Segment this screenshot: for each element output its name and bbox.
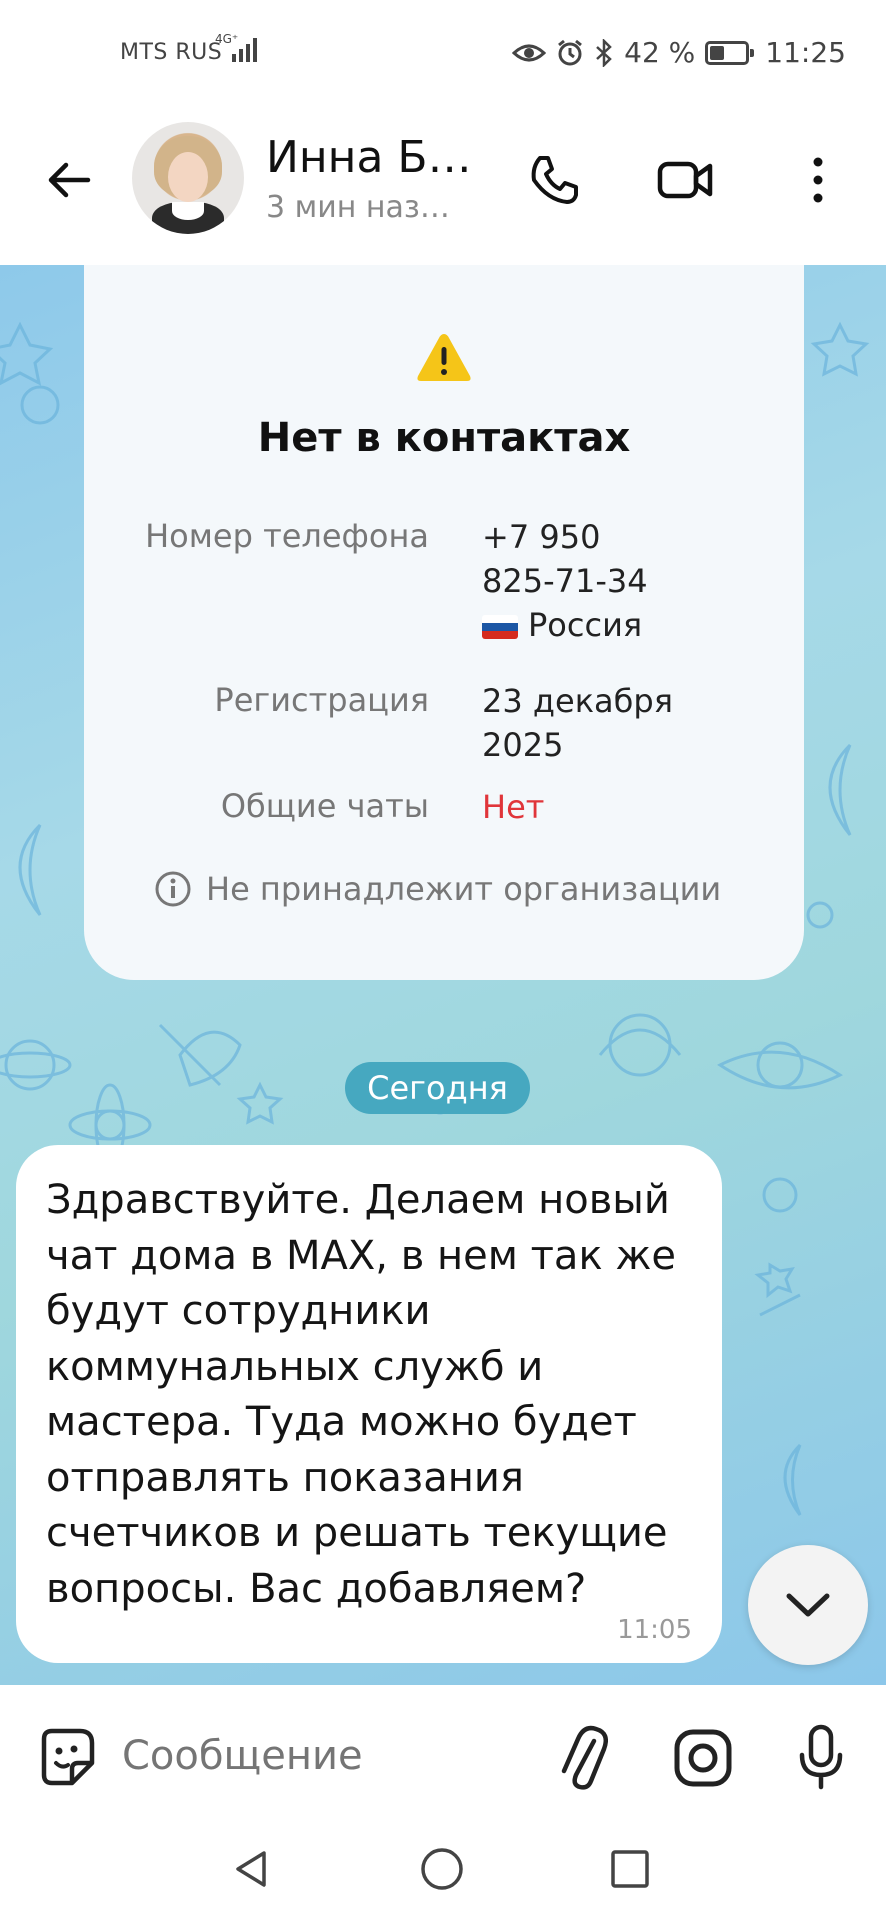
call-button[interactable] xyxy=(522,148,586,212)
bluetooth-icon xyxy=(596,38,612,67)
chat-area[interactable]: Нет в контактах Номер телефона +7 950 82… xyxy=(0,265,886,1685)
signal-icon xyxy=(232,36,257,62)
card-title: Нет в контактах xyxy=(257,415,631,461)
russia-flag-icon xyxy=(482,615,518,639)
status-bar: MTS RUS 4G⁺ 42 % 11:25 xyxy=(0,0,886,110)
system-navigation-bar xyxy=(0,1825,886,1920)
video-camera-icon xyxy=(657,161,713,199)
paperclip-icon xyxy=(561,1725,608,1790)
message-time: 11:05 xyxy=(617,1615,692,1645)
back-button[interactable] xyxy=(40,150,100,210)
voice-message-button[interactable] xyxy=(786,1723,856,1793)
chevron-down-icon xyxy=(786,1593,830,1617)
arrow-left-icon xyxy=(48,162,91,198)
triangle-back-icon xyxy=(236,1851,266,1887)
attach-button[interactable] xyxy=(548,1723,618,1793)
phone-label: Номер телефона xyxy=(145,517,429,555)
chat-header: Инна Б… 3 мин наз… xyxy=(0,110,886,265)
sticker-button[interactable] xyxy=(34,1725,98,1793)
warning-icon xyxy=(417,334,471,381)
phone-value[interactable]: +7 950 825-71-34 Россия xyxy=(482,515,782,647)
common-chats-label: Общие чаты xyxy=(220,787,429,825)
org-note: Не принадлежит организации xyxy=(154,870,721,908)
battery-percent: 42 % xyxy=(624,36,696,69)
scroll-down-button[interactable] xyxy=(748,1545,868,1665)
battery-icon xyxy=(705,40,755,65)
message-input[interactable] xyxy=(122,1733,542,1779)
info-icon xyxy=(155,871,191,907)
date-separator: Сегодня xyxy=(345,1062,530,1114)
avatar[interactable] xyxy=(132,122,244,234)
message-text: Здравствуйте. Делаем новый чат дома в MA… xyxy=(46,1177,676,1612)
last-seen: 3 мин наз… xyxy=(266,190,450,225)
message-composer xyxy=(0,1685,886,1825)
eye-icon xyxy=(512,44,547,61)
incoming-message[interactable]: Здравствуйте. Делаем новый чат дома в MA… xyxy=(16,1145,722,1663)
contact-name[interactable]: Инна Б… xyxy=(266,132,472,183)
phone-line-2: 825-71-34 xyxy=(482,562,648,600)
common-chats-value: Нет xyxy=(482,788,545,826)
nav-home-button[interactable] xyxy=(412,1839,472,1899)
more-vertical-icon xyxy=(813,157,823,203)
phone-icon xyxy=(531,156,578,204)
camera-icon xyxy=(674,1729,732,1787)
video-call-button[interactable] xyxy=(654,148,718,212)
square-recents-icon xyxy=(611,1850,649,1888)
sticker-icon xyxy=(41,1728,95,1786)
nav-back-button[interactable] xyxy=(222,1839,282,1899)
phone-line-1: +7 950 xyxy=(482,518,601,556)
more-options-button[interactable] xyxy=(786,148,850,212)
contact-info-card: Нет в контактах Номер телефона +7 950 82… xyxy=(84,265,804,980)
registration-value: 23 декабря 2025 xyxy=(482,682,673,764)
carrier-label: MTS RUS xyxy=(120,40,223,65)
microphone-icon xyxy=(799,1724,843,1790)
alarm-icon xyxy=(558,39,583,65)
nav-recents-button[interactable] xyxy=(600,1839,660,1899)
country: Россия xyxy=(482,603,782,647)
registration-label: Регистрация xyxy=(214,681,429,719)
circle-home-icon xyxy=(421,1848,463,1890)
camera-button[interactable] xyxy=(668,1723,738,1793)
clock: 11:25 xyxy=(765,36,846,69)
